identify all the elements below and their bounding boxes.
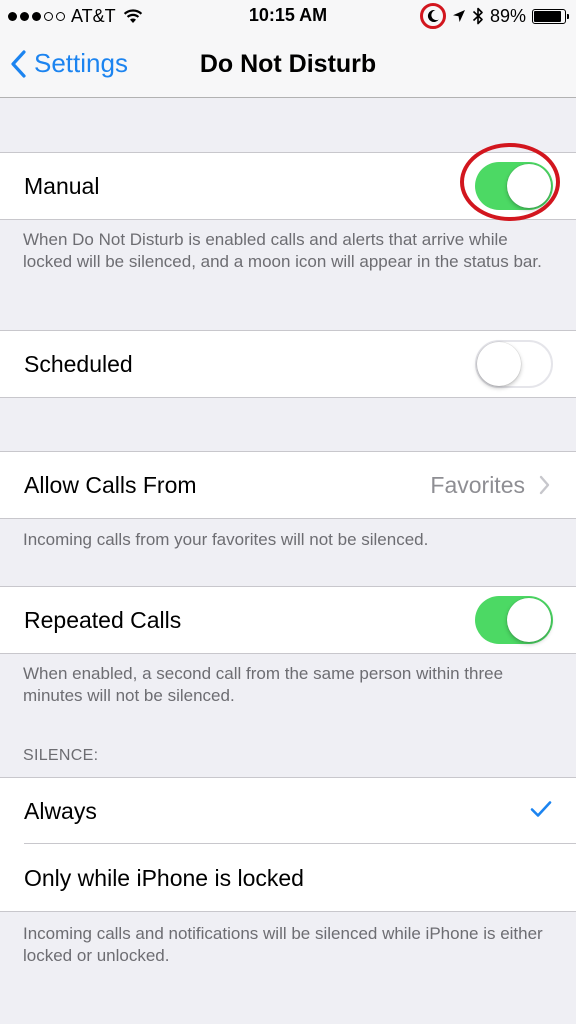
- repeated-calls-group: Repeated Calls: [0, 586, 576, 654]
- scheduled-group: Scheduled: [0, 330, 576, 398]
- scheduled-cell: Scheduled: [0, 331, 576, 397]
- page-title: Do Not Disturb: [199, 50, 377, 78]
- silence-option-always[interactable]: Always: [0, 778, 576, 844]
- manual-footer: When Do Not Disturb is enabled calls and…: [23, 230, 542, 271]
- allow-calls-cell[interactable]: Allow Calls From Favorites: [0, 452, 576, 518]
- silence-section-header: SILENCE:: [23, 747, 99, 764]
- allow-calls-detail[interactable]: Favorites: [430, 452, 550, 518]
- status-bar: AT&T 10:15 AM 89%: [0, 0, 576, 32]
- scheduled-toggle[interactable]: [475, 340, 553, 388]
- repeated-calls-label: Repeated Calls: [24, 607, 182, 633]
- location-arrow-icon: [452, 10, 465, 22]
- moon-icon: [427, 9, 439, 22]
- repeated-calls-footer: When enabled, a second call from the sam…: [23, 664, 504, 705]
- allow-calls-value: Favorites: [430, 472, 525, 498]
- allow-calls-label: Allow Calls From: [24, 472, 197, 498]
- divider: [24, 843, 576, 844]
- silence-option-label: Only while iPhone is locked: [24, 865, 304, 891]
- silence-option-label: Always: [24, 798, 97, 824]
- silence-option-locked[interactable]: Only while iPhone is locked: [0, 845, 576, 911]
- manual-label: Manual: [24, 173, 100, 199]
- scheduled-label: Scheduled: [24, 351, 133, 377]
- battery-percent: 89%: [489, 5, 526, 26]
- repeated-calls-toggle[interactable]: [475, 596, 553, 644]
- silence-group: Always Only while iPhone is locked: [0, 777, 576, 912]
- manual-group: Manual: [0, 152, 576, 220]
- manual-cell: Manual: [0, 153, 576, 219]
- status-bar-right: 89%: [419, 3, 569, 29]
- repeated-calls-cell: Repeated Calls: [0, 587, 576, 653]
- chevron-right-icon: [539, 475, 550, 495]
- navigation-bar: Settings Do Not Disturb: [0, 32, 576, 98]
- manual-toggle[interactable]: [475, 162, 553, 210]
- battery-icon: [532, 8, 569, 24]
- allow-calls-group: Allow Calls From Favorites: [0, 451, 576, 519]
- bluetooth-icon: [472, 7, 483, 25]
- moon-highlight-ring: [419, 3, 446, 29]
- checkmark-icon: [530, 801, 552, 817]
- silence-footer: Incoming calls and notifications will be…: [23, 924, 543, 965]
- allow-calls-footer: Incoming calls from your favorites will …: [23, 530, 429, 549]
